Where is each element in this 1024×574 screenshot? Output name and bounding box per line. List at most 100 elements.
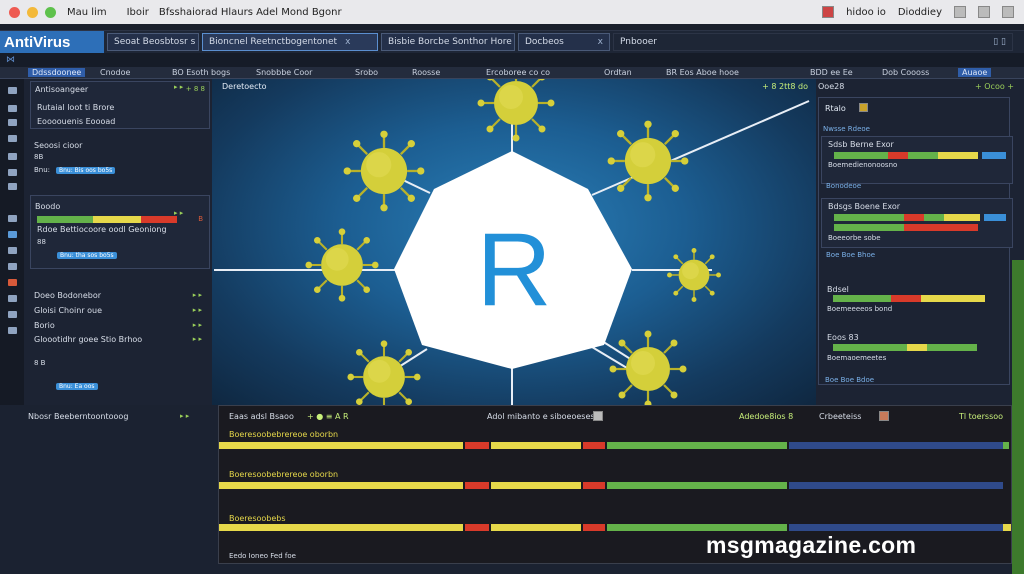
tool-icon[interactable] xyxy=(8,215,17,222)
chevron-right-icon[interactable]: ▸ ▸ xyxy=(193,306,202,314)
camera-icon[interactable] xyxy=(978,6,990,18)
cloud-icon[interactable] xyxy=(8,311,17,318)
window-menu-label-2[interactable]: Iboir xyxy=(127,7,149,18)
toolbar-item[interactable]: Roosse xyxy=(412,68,440,77)
alert-label: Bdsgs Boene Exor xyxy=(828,202,901,211)
panel-header: Ooe28 xyxy=(818,82,845,91)
alert-card[interactable]: Bdsel Boemeeeeos bond xyxy=(821,282,1013,322)
minimize-window-button[interactable] xyxy=(27,6,38,18)
chevron-right-icon[interactable]: ▸ ▸ xyxy=(180,412,189,420)
alert-link[interactable]: Boe Boe Bhoe xyxy=(826,251,875,259)
alert-icon[interactable] xyxy=(8,279,17,286)
tab-firewall[interactable]: Bisbie Borcbe Sonthor Hore xyxy=(381,33,515,51)
bar-red xyxy=(904,214,924,221)
window-menu-label[interactable]: Mau lim xyxy=(67,7,107,18)
toolbar-item[interactable]: Srobo xyxy=(355,68,378,77)
alert-card[interactable]: Sdsb Berne Exor Boemedienonoosno Bonodeo… xyxy=(821,136,1013,190)
chevron-right-icon[interactable]: ▸ ▸ xyxy=(193,321,202,329)
tab-reports[interactable]: Docbeos x xyxy=(518,33,610,51)
folder-icon[interactable] xyxy=(8,183,17,190)
bar-green xyxy=(908,152,938,159)
phone-icon[interactable] xyxy=(8,153,17,160)
log-controls[interactable]: + ● ≡ A R xyxy=(307,412,349,421)
log-bar xyxy=(219,442,463,449)
chevron-right-icon[interactable]: ▸ ▸ xyxy=(174,209,183,217)
log-bar xyxy=(583,524,605,531)
tab-scan[interactable]: Seoat Beosbtosr s xyxy=(107,33,199,51)
toolbar-item[interactable]: Ordtan xyxy=(604,68,632,77)
settings-icon[interactable] xyxy=(8,295,17,302)
chevron-right-icon[interactable]: ▸ ▸ xyxy=(174,83,183,91)
user-icon[interactable] xyxy=(8,247,17,254)
toolbar-item[interactable]: Ercoboree co co xyxy=(486,68,550,77)
list-icon[interactable] xyxy=(1002,6,1014,18)
panel-header-right: + Ocoo + xyxy=(975,82,1014,91)
shield-icon[interactable] xyxy=(8,119,17,126)
window-tab-controls[interactable]: ▯ ▯ xyxy=(993,37,1006,47)
app-brand: AntiVirus xyxy=(0,31,104,53)
card-line: Rdoe Bettiocoore oodl Geoniong xyxy=(37,225,167,234)
edit-icon[interactable] xyxy=(859,103,868,112)
close-tab-icon[interactable]: x xyxy=(598,37,603,47)
maximize-window-button[interactable] xyxy=(45,6,56,18)
scan-pill[interactable]: Bnu: Bis oos bo5s xyxy=(56,167,116,174)
bar-green xyxy=(924,214,944,221)
box-icon[interactable] xyxy=(8,169,17,176)
tab-protection[interactable]: Bioncnel Reetnctbogentonet x xyxy=(202,33,378,51)
bar-yellow xyxy=(921,295,985,302)
filter-icon[interactable] xyxy=(879,411,889,421)
alert-card[interactable]: Bdsgs Boene Exor Boeeorbe sobe Boe Boe B… xyxy=(821,198,1013,259)
toolbar-item[interactable]: Auaoe xyxy=(958,68,992,77)
status-menu-1[interactable]: hidoo io xyxy=(846,7,886,18)
bar-red xyxy=(141,216,177,223)
chevron-right-icon[interactable]: ▸ ▸ xyxy=(193,291,202,299)
bar-blue xyxy=(982,152,1006,159)
alert-link[interactable]: Bonodeoe xyxy=(826,182,861,190)
chevron-right-icon[interactable]: ▸ ▸ xyxy=(193,335,202,343)
title-bar: Mau lim Iboir Bfsshaiorad Hlaurs Adel Mo… xyxy=(0,0,1024,24)
export-icon[interactable] xyxy=(593,411,603,421)
mail-icon[interactable] xyxy=(8,327,17,334)
screen-icon[interactable] xyxy=(954,6,966,18)
bar-yellow xyxy=(907,344,927,351)
alert-link[interactable]: Boe Boe Bdoe xyxy=(825,376,874,384)
icon-rail xyxy=(0,79,24,409)
alerts-section: Nwsse Rdeoe xyxy=(823,125,870,133)
toolbar-item[interactable]: BO Esoth bogs xyxy=(172,68,230,77)
toolbar-item[interactable]: Ddssdoonee xyxy=(28,68,86,77)
scan-icon[interactable] xyxy=(8,105,17,112)
toolbar-item[interactable]: Dob Coooss xyxy=(882,68,929,77)
globe-icon[interactable] xyxy=(8,263,17,270)
device-card[interactable]: Doeo Bodonebor Gloisi Choinr oue Borio G… xyxy=(30,285,210,399)
status-menu-2[interactable]: Dioddiey xyxy=(898,7,942,18)
toolbar-item[interactable]: Snobbbe Coor xyxy=(256,68,312,77)
device-pill[interactable]: Bnu: Ea oos xyxy=(56,383,98,390)
window-title: Bfsshaiorad Hlaurs Adel Mond Bgonr xyxy=(158,6,342,18)
scan-card[interactable]: Seoosi cioor 8B Bnu: Bnu: Bis oos bo5s xyxy=(30,137,210,185)
alerts-list: Rtalo Nwsse Rdeoe Sdsb Berne Exor Boemed… xyxy=(818,97,1013,385)
doc-icon[interactable] xyxy=(8,135,17,142)
lock-icon[interactable] xyxy=(8,231,17,238)
bar-red xyxy=(888,152,908,159)
menu-icon[interactable]: ⋈ xyxy=(6,55,15,65)
virus-icon xyxy=(476,79,556,143)
bar-green xyxy=(927,344,977,351)
alert-card[interactable]: Eoos 83 Boemaoemeetes Boe Boe Bdoe xyxy=(821,330,1013,384)
bar-blue xyxy=(984,214,1006,221)
toolbar-item[interactable]: BR Eos Aboe hooe xyxy=(666,68,739,77)
card-title: Doeo Bodonebor xyxy=(34,291,102,300)
threat-visualization: R Deretoecto + 8 2tt8 do xyxy=(212,79,816,405)
threat-card[interactable]: Boodo B Rdoe Bettiocoore oodl Geoniong 8… xyxy=(30,195,210,269)
card-line: 8B xyxy=(34,153,44,161)
toolbar-item[interactable]: Cnodoe xyxy=(100,68,130,77)
home-icon[interactable] xyxy=(8,87,17,94)
card-title: Antisoangeer xyxy=(35,85,89,94)
close-window-button[interactable] xyxy=(9,6,20,18)
toolbar-item[interactable]: BDD ee Ee xyxy=(810,68,853,77)
app-badge-icon[interactable] xyxy=(822,6,835,18)
log-bar xyxy=(789,442,1003,449)
threat-pill[interactable]: Bnu: tha sos bo5s xyxy=(57,252,117,259)
close-tab-icon[interactable]: x xyxy=(345,37,350,47)
tab-profile[interactable]: Pnbooer ▯ ▯ xyxy=(613,33,1013,51)
alert-label: Eoos 83 xyxy=(827,333,859,342)
